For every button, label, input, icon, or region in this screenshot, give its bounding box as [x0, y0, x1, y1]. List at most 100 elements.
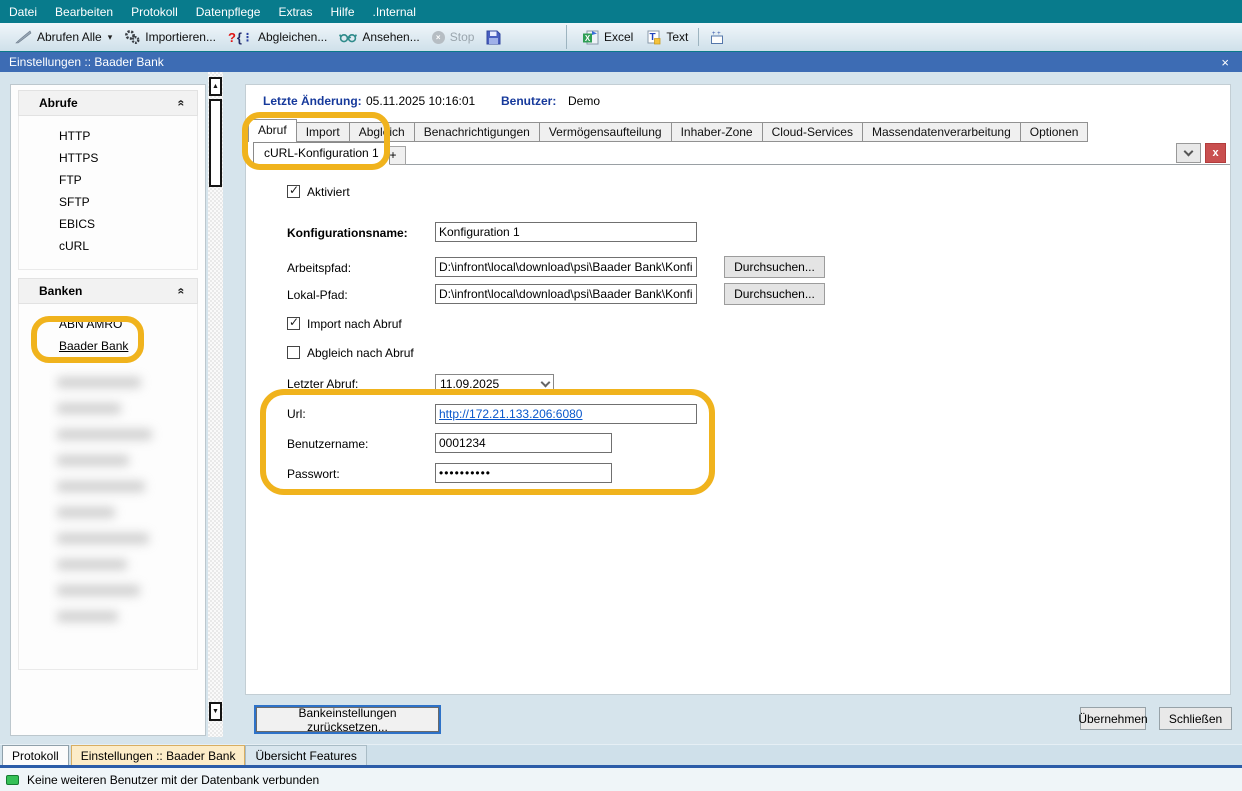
scroll-up-button[interactable]: ▲ [209, 77, 222, 96]
check-icon: ✓ [289, 315, 299, 329]
import-nach-abruf-label: Import nach Abruf [307, 317, 402, 331]
benutzername-input[interactable] [435, 433, 612, 453]
bottom-tab-einstellungen-baader-bank[interactable]: Einstellungen :: Baader Bank [71, 745, 246, 765]
toolbar-button-importieren[interactable]: Importieren... [118, 26, 222, 48]
bottom-tab-bar: Protokoll Einstellungen :: Baader Bank Ü… [0, 744, 1242, 765]
letzter-abruf-select[interactable]: 11.09.2025 [435, 374, 554, 394]
toolbar-group-left: Abrufen Alle ▾ Importieren... ?{⋮ Abglei… [3, 25, 513, 49]
toolbar-button-stop[interactable]: × Stop [426, 26, 481, 48]
sidebar-item-https[interactable]: HTTPS [19, 147, 197, 169]
sidebar-item-ftp[interactable]: FTP [19, 169, 197, 191]
menu-item-internal[interactable]: .Internal [364, 0, 425, 23]
sidebar-group-abrufe: Abrufe « HTTP HTTPS FTP SFTP EBICS cURL [18, 90, 198, 270]
konfigurationsname-input[interactable] [435, 222, 697, 242]
tab-abgleich[interactable]: Abgleich [349, 122, 415, 142]
tab-benachrichtigungen[interactable]: Benachrichtigungen [414, 122, 540, 142]
sidebar-item-ebics[interactable]: EBICS [19, 213, 197, 235]
uebernehmen-button[interactable]: Übernehmen [1080, 707, 1146, 730]
document-titlebar: Einstellungen :: Baader Bank × [0, 52, 1242, 72]
aktiviert-checkbox[interactable]: ✓ [287, 185, 300, 198]
scroll-down-button[interactable]: ▼ [209, 702, 222, 721]
chevron-down-icon[interactable]: ▾ [108, 32, 113, 43]
scrollbar-thumb[interactable] [209, 99, 222, 187]
config-tab-strip: cURL-Konfiguration 1 + x [248, 142, 1230, 165]
abgleich-nach-abruf-checkbox[interactable] [287, 346, 300, 359]
check-icon: ✓ [289, 183, 299, 197]
toolbar-label-importieren: Importieren... [145, 30, 216, 44]
user-label: Benutzer: [501, 94, 556, 108]
scroll-up-icon: ▲ [212, 83, 219, 90]
bankeinstellungen-zuruecksetzen-button[interactable]: Bankeinstellungen zurücksetzen... [256, 707, 439, 732]
lokal-pfad-input[interactable] [435, 284, 697, 304]
toolbar-button-resize-window[interactable]: + + [703, 26, 731, 48]
bottom-tab-protokoll[interactable]: Protokoll [2, 745, 69, 765]
arbeitspfad-label: Arbeitspfad: [287, 261, 351, 275]
lokal-pfad-browse-button[interactable]: Durchsuchen... [724, 283, 825, 305]
toolbar-label-text: Text [666, 30, 688, 44]
config-dropdown-button[interactable] [1176, 143, 1201, 163]
toolbar-separator [698, 28, 699, 46]
import-nach-abruf-checkbox[interactable]: ✓ [287, 317, 300, 330]
url-label: Url: [287, 407, 306, 421]
tab-curl-konfiguration-1[interactable]: cURL-Konfiguration 1 [253, 142, 390, 165]
passwort-label: Passwort: [287, 467, 340, 481]
main-tab-strip: Abruf Import Abgleich Benachrichtigungen… [248, 119, 1088, 142]
menu-item-datenpflege[interactable]: Datenpflege [187, 0, 270, 23]
toolbar-label-stop: Stop [450, 30, 475, 44]
schliessen-button[interactable]: Schließen [1159, 707, 1232, 730]
toolbar-button-excel[interactable]: X Excel [576, 26, 639, 48]
last-change-value: 05.11.2025 10:16:01 [366, 94, 475, 108]
toolbar: Abrufen Alle ▾ Importieren... ?{⋮ Abglei… [0, 23, 1242, 52]
arbeitspfad-input[interactable] [435, 257, 697, 277]
scroll-down-icon: ▼ [212, 708, 219, 715]
toolbar-button-save[interactable] [480, 26, 507, 48]
tab-cloud-services[interactable]: Cloud-Services [762, 122, 863, 142]
collapse-icon[interactable]: « [175, 288, 189, 295]
chevron-down-icon [1184, 146, 1194, 156]
sidebar-group-header-banken[interactable]: Banken « [18, 278, 198, 304]
sidebar-item-http[interactable]: HTTP [19, 125, 197, 147]
toolbar-button-ansehen[interactable]: Ansehen... [333, 26, 425, 48]
tab-optionen[interactable]: Optionen [1020, 122, 1089, 142]
menu-item-extras[interactable]: Extras [269, 0, 321, 23]
passwort-input[interactable] [435, 463, 612, 483]
lokal-pfad-label: Lokal-Pfad: [287, 288, 348, 302]
abgleich-nach-abruf-label: Abgleich nach Abruf [307, 346, 414, 360]
text-file-icon: T [645, 30, 661, 45]
tab-vermoegensaufteilung[interactable]: Vermögensaufteilung [539, 122, 672, 142]
close-icon[interactable]: × [1217, 55, 1233, 70]
toolbar-button-abrufen-alle[interactable]: Abrufen Alle ▾ [9, 26, 118, 48]
sidebar-group-items-abrufe: HTTP HTTPS FTP SFTP EBICS cURL [18, 116, 198, 270]
status-text: Keine weiteren Benutzer mit der Datenban… [27, 773, 319, 787]
menu-item-datei[interactable]: Datei [0, 0, 46, 23]
toolbar-group-right: X Excel T Text + + [566, 25, 731, 49]
toolbar-button-text[interactable]: T Text [639, 26, 694, 48]
sidebar-item-sftp[interactable]: SFTP [19, 191, 197, 213]
collapse-icon[interactable]: « [175, 100, 189, 107]
arbeitspfad-browse-button[interactable]: Durchsuchen... [724, 256, 825, 278]
sidebar-group-header-abrufe[interactable]: Abrufe « [18, 90, 198, 116]
toolbar-label-abrufen: Abrufen Alle [37, 30, 102, 44]
menu-item-bearbeiten[interactable]: Bearbeiten [46, 0, 122, 23]
menu-item-hilfe[interactable]: Hilfe [321, 0, 363, 23]
chevron-down-icon [541, 377, 551, 387]
close-x-icon: x [1212, 147, 1218, 159]
sidebar-item-baader-bank[interactable]: Baader Bank [19, 335, 197, 357]
bottom-tab-uebersicht-features[interactable]: Übersicht Features [245, 745, 366, 765]
tab-abruf[interactable]: Abruf [248, 119, 297, 142]
toolbar-button-abgleichen[interactable]: ?{⋮ Abgleichen... [222, 26, 333, 48]
tab-massendatenverarbeitung[interactable]: Massendatenverarbeitung [862, 122, 1021, 142]
svg-text:X: X [585, 34, 591, 43]
save-icon [486, 30, 501, 45]
menu-item-protokoll[interactable]: Protokoll [122, 0, 187, 23]
sidebar-item-abn-amro[interactable]: ABN AMRO [19, 313, 197, 335]
sidebar-scrollbar[interactable]: ▲ ▼ [208, 72, 223, 737]
sidebar-item-curl[interactable]: cURL [19, 235, 197, 257]
tab-inhaber-zone[interactable]: Inhaber-Zone [671, 122, 763, 142]
url-link[interactable]: http://172.21.133.206:6080 [439, 407, 582, 421]
group-label-abrufe: Abrufe [39, 96, 78, 110]
tab-import[interactable]: Import [296, 122, 350, 142]
glasses-icon [339, 32, 357, 43]
close-configuration-button[interactable]: x [1205, 143, 1226, 163]
url-input[interactable]: http://172.21.133.206:6080 [435, 404, 697, 424]
